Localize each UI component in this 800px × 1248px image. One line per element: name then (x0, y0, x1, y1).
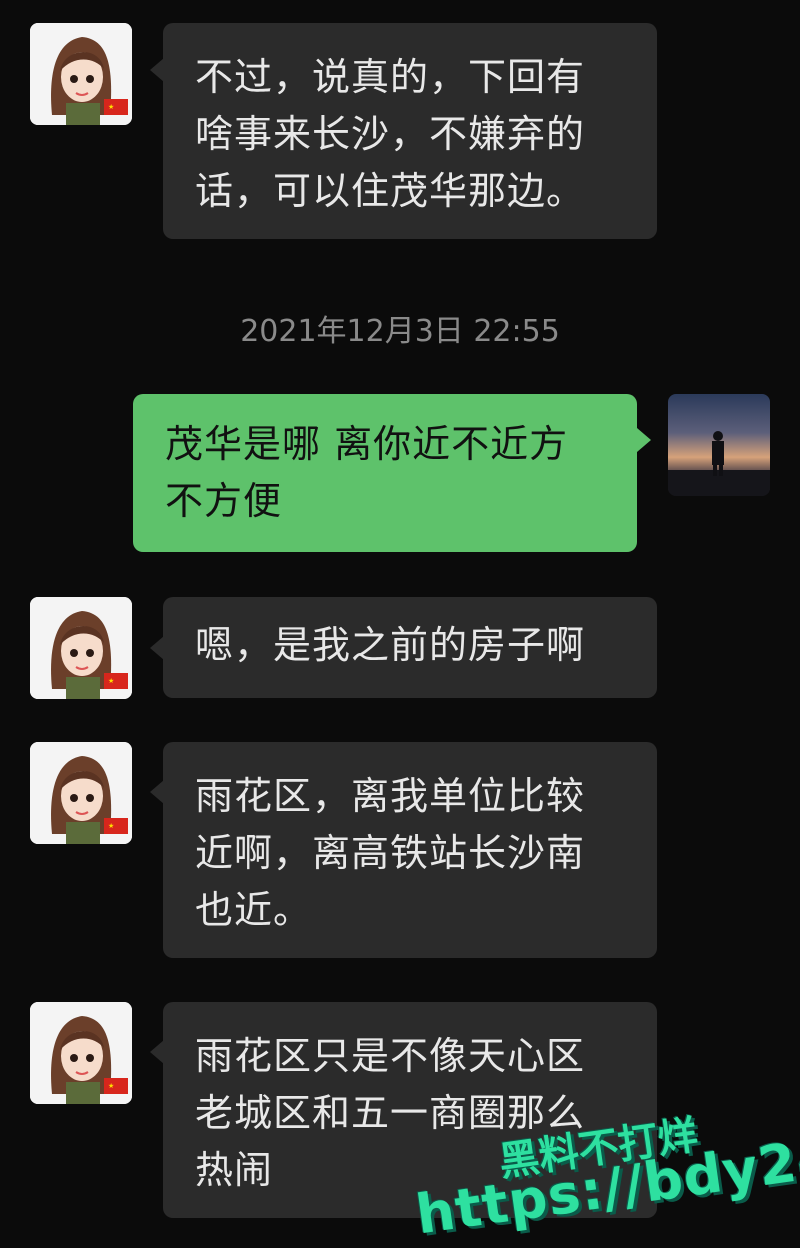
girl-avatar-icon: ★ (30, 597, 132, 699)
message-timestamp: 2021年12月3日 22:55 (240, 314, 560, 349)
message-bubble-sent[interactable]: 茂华是哪 离你近不近方 不方便 (133, 394, 637, 552)
svg-text:★: ★ (108, 677, 114, 685)
bubble-tail (150, 58, 164, 82)
svg-text:★: ★ (108, 1082, 114, 1090)
self-avatar[interactable] (668, 394, 770, 496)
bubble-tail (150, 636, 164, 660)
message-bubble[interactable]: 嗯，是我之前的房子啊 (163, 597, 657, 698)
girl-avatar-icon: ★ (30, 742, 132, 844)
silhouette-avatar-icon (668, 431, 770, 496)
bubble-tail (150, 780, 164, 804)
girl-avatar-icon: ★ (30, 23, 132, 125)
contact-avatar[interactable]: ★ (30, 23, 132, 125)
contact-avatar[interactable]: ★ (30, 1002, 132, 1104)
bubble-tail (637, 428, 651, 452)
svg-text:★: ★ (108, 822, 114, 830)
message-bubble[interactable]: 不过，说真的，下回有 啥事来长沙，不嫌弃的 话，可以住茂华那边。 (163, 23, 657, 239)
contact-avatar[interactable]: ★ (30, 742, 132, 844)
contact-avatar[interactable]: ★ (30, 597, 132, 699)
girl-avatar-icon: ★ (30, 1002, 132, 1104)
bubble-tail (150, 1040, 164, 1064)
svg-text:★: ★ (108, 103, 114, 111)
message-bubble[interactable]: 雨花区，离我单位比较 近啊，离高铁站长沙南 也近。 (163, 742, 657, 958)
